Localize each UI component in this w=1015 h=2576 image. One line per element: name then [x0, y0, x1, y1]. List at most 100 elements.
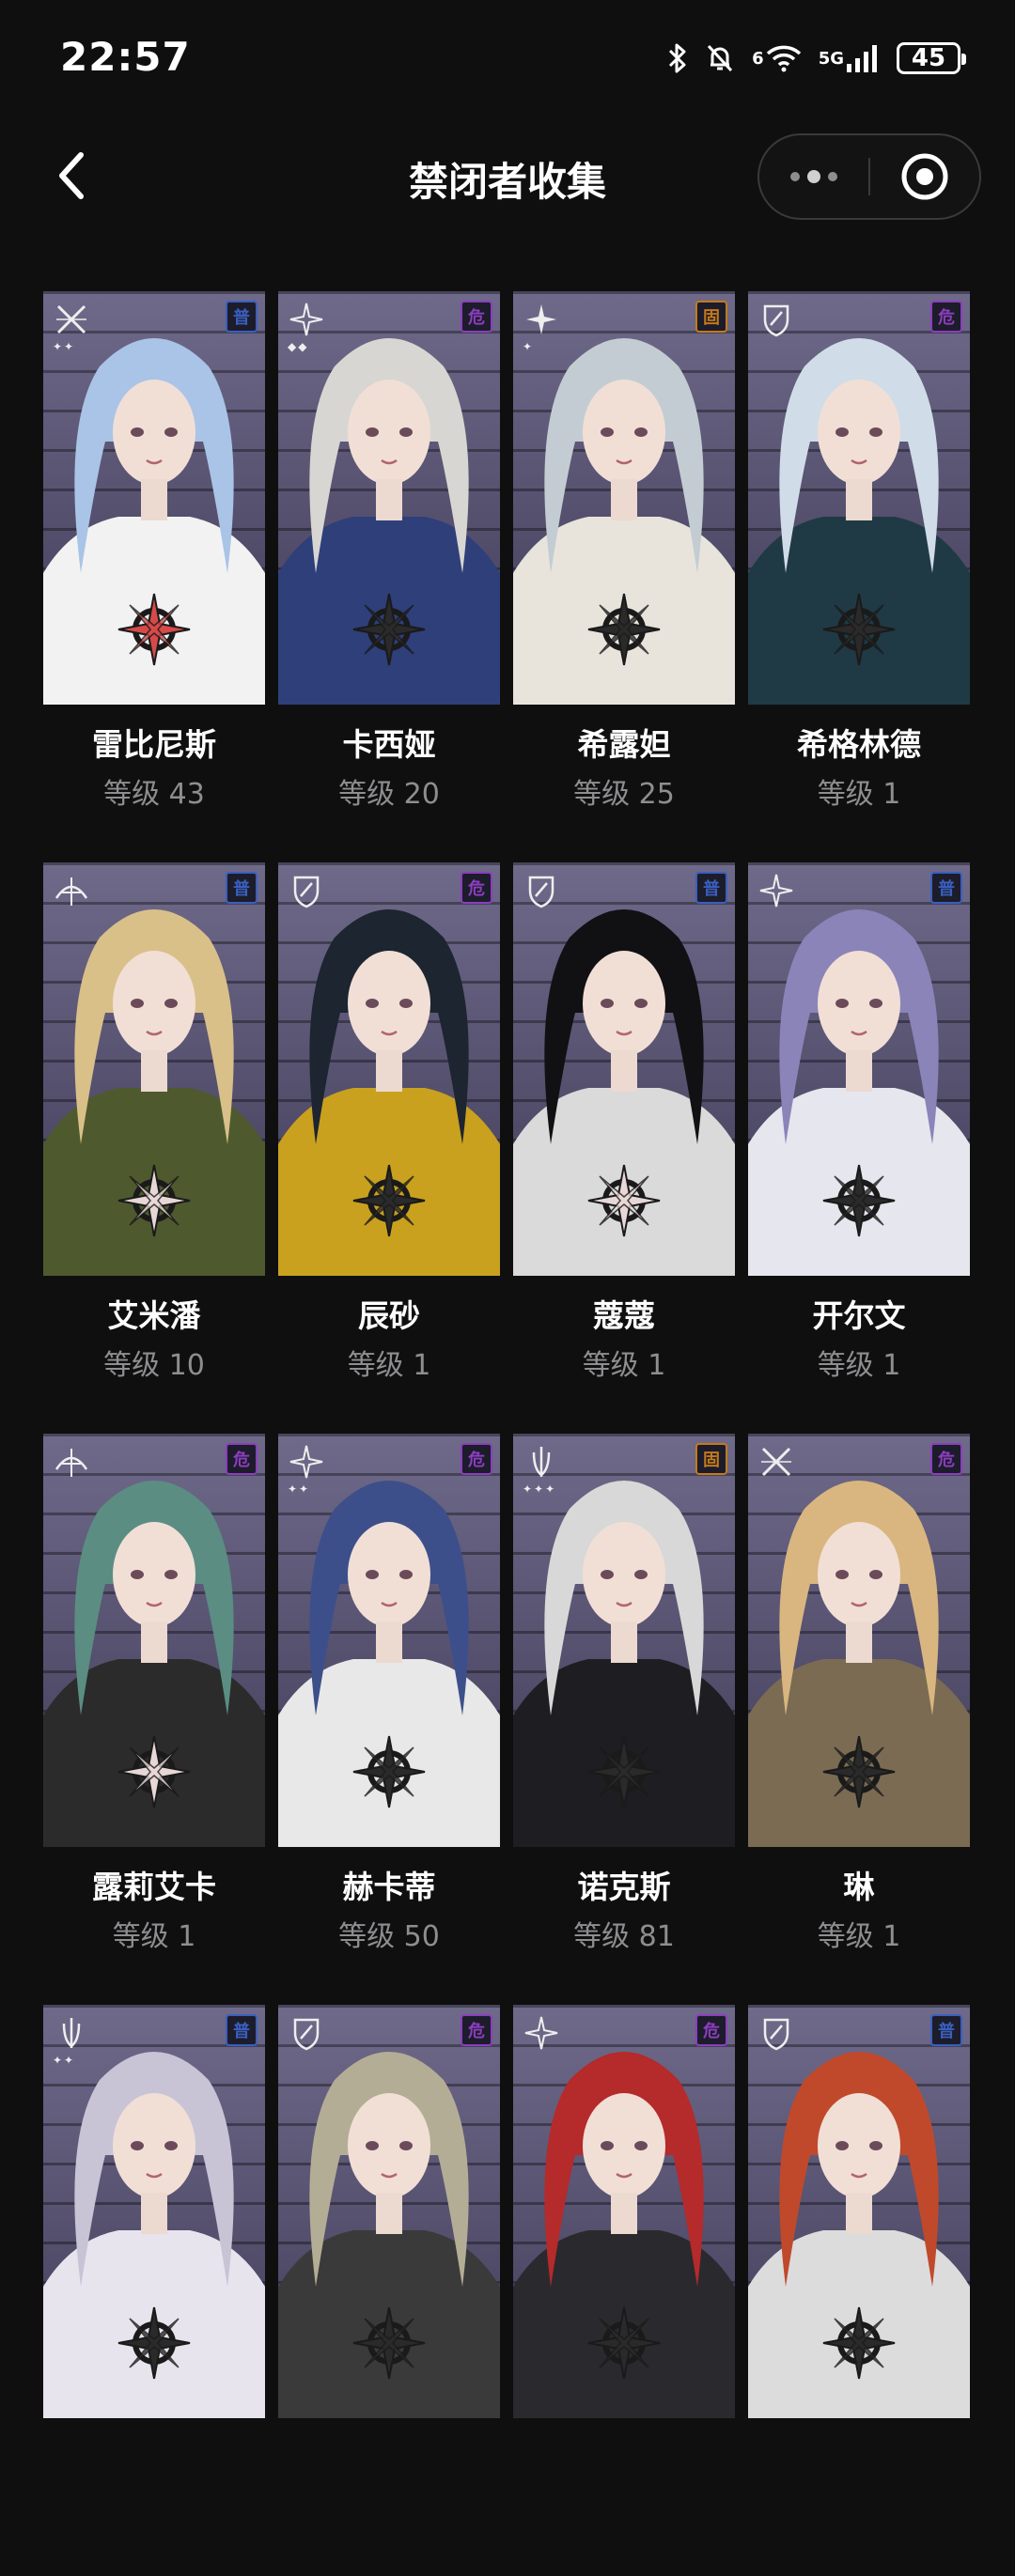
character-name: 赫卡蒂: [342, 1869, 436, 1905]
shield-icon: [523, 872, 560, 909]
shield-icon: [757, 301, 795, 338]
shield-icon: [757, 2014, 795, 2052]
faction-emblem-icon: [352, 1735, 426, 1808]
rarity-badge: 危: [461, 872, 492, 904]
character-level: 等级 1: [582, 1349, 666, 1382]
status-time: 22:57: [60, 34, 191, 80]
character-level: 等级 10: [103, 1349, 205, 1382]
faction-emblem-icon: [822, 1164, 896, 1237]
character-portrait: 危: [278, 862, 500, 1276]
rarity-badge: 固: [695, 1443, 727, 1475]
character-level: 等级 43: [103, 778, 205, 811]
rarity-badge: 危: [930, 301, 962, 333]
faction-emblem-icon: [822, 2306, 896, 2380]
more-button[interactable]: [759, 135, 868, 218]
rarity-badge: 危: [461, 1443, 492, 1475]
star-rating-icon: ◆◆: [288, 340, 309, 353]
star-rating-icon: ✦✦✦: [523, 1482, 557, 1496]
header: 禁闭者收集: [0, 122, 1015, 235]
character-name: 希露妲: [577, 726, 671, 763]
star-icon: [523, 301, 560, 338]
character-grid: ✦✦ 普雷比尼斯 等级 43 ◆◆ 危卡西娅 等级 20 ✦ 固希露妲 等级 25 危希格林德 等级…: [43, 291, 970, 2576]
faction-emblem-icon: [117, 2306, 191, 2380]
compass-icon: [288, 1443, 325, 1481]
rarity-badge: 危: [461, 2014, 492, 2046]
battery-icon: 45: [897, 42, 966, 74]
character-card[interactable]: 普蔻蔻 等级 1: [513, 862, 735, 1434]
character-card[interactable]: ✦✦ 普雷比尼斯 等级 43: [43, 291, 265, 862]
status-bar: 22:57 6 5G 45: [0, 0, 1015, 113]
character-portrait: 危: [748, 1434, 970, 1847]
character-portrait: 危: [43, 1434, 265, 1847]
shield-icon: [288, 872, 325, 909]
star-rating-icon: ✦✦: [288, 1482, 311, 1496]
character-level: 等级 1: [347, 1349, 431, 1382]
character-name: 诺克斯: [577, 1869, 671, 1905]
compass-icon: [757, 872, 795, 909]
star-rating-icon: ✦✦: [53, 340, 76, 353]
character-portrait: ✦✦ 危: [278, 1434, 500, 1847]
character-card[interactable]: 危: [513, 2005, 735, 2576]
signal-icon: 5G: [819, 43, 880, 73]
compass-icon: [288, 301, 325, 338]
close-button[interactable]: [870, 135, 979, 218]
faction-emblem-icon: [587, 593, 661, 666]
star-rating-icon: ✦✦: [53, 2054, 76, 2067]
character-level: 等级 25: [573, 778, 675, 811]
character-card[interactable]: 危辰砂 等级 1: [278, 862, 500, 1434]
character-card[interactable]: ✦ 固希露妲等级 25: [513, 291, 735, 862]
character-name: 雷比尼斯: [92, 726, 216, 763]
character-card[interactable]: 普: [748, 2005, 970, 2576]
character-portrait: 普: [748, 862, 970, 1276]
character-name: 艾米潘: [107, 1297, 201, 1334]
record-target-icon: [901, 153, 948, 200]
character-card[interactable]: ✦✦✦ 固诺克斯等级 81: [513, 1434, 735, 2005]
faction-emblem-icon: [117, 593, 191, 666]
rarity-badge: 危: [226, 1443, 258, 1475]
character-portrait: 普: [748, 2005, 970, 2418]
character-card[interactable]: 危琳等级 1: [748, 1434, 970, 2005]
character-portrait: ✦✦✦ 固: [513, 1434, 735, 1847]
character-card[interactable]: ✦✦ 普: [43, 2005, 265, 2576]
faction-emblem-icon: [587, 1164, 661, 1237]
character-name: 琳: [843, 1869, 875, 1905]
character-portrait: ✦ 固: [513, 291, 735, 705]
battery-level: 45: [911, 44, 946, 72]
character-name: 露莉艾卡: [92, 1869, 216, 1905]
rarity-badge: 普: [930, 872, 962, 904]
faction-emblem-icon: [352, 1164, 426, 1237]
bluetooth-icon: [667, 42, 688, 74]
star-rating-icon: ✦: [523, 340, 535, 353]
bow-icon: [53, 2014, 90, 2052]
faction-emblem-icon: [587, 1735, 661, 1808]
faction-emblem-icon: [352, 2306, 426, 2380]
faction-emblem-icon: [117, 1735, 191, 1808]
compass-icon: [523, 2014, 560, 2052]
crosshair-icon: [53, 1443, 90, 1481]
mini-program-capsule: [757, 133, 981, 220]
character-portrait: 危: [513, 2005, 735, 2418]
character-card[interactable]: 普开尔文 等级 1: [748, 862, 970, 1434]
character-card[interactable]: ◆◆ 危卡西娅 等级 20: [278, 291, 500, 862]
character-portrait: 普: [513, 862, 735, 1276]
shield-icon: [288, 2014, 325, 2052]
character-card[interactable]: 危: [278, 2005, 500, 2576]
character-card[interactable]: 普艾米潘 等级 10: [43, 862, 265, 1434]
bow-icon: [523, 1443, 560, 1481]
rarity-badge: 普: [226, 2014, 258, 2046]
character-level: 等级 81: [573, 1920, 675, 1953]
cross-icon: [757, 1443, 795, 1481]
character-card[interactable]: ✦✦ 危赫卡蒂等级 50: [278, 1434, 500, 2005]
character-portrait: 危: [278, 2005, 500, 2418]
character-card[interactable]: 危露莉艾卡 等级 1: [43, 1434, 265, 2005]
character-level: 等级 1: [817, 1920, 901, 1953]
rarity-badge: 危: [930, 1443, 962, 1475]
character-portrait: ✦✦ 普: [43, 2005, 265, 2418]
faction-emblem-icon: [822, 593, 896, 666]
character-level: 等级 50: [338, 1920, 440, 1953]
network-label: 5G: [818, 48, 844, 69]
character-name: 卡西娅: [342, 726, 436, 763]
character-card[interactable]: 危希格林德 等级 1: [748, 291, 970, 862]
character-portrait: ◆◆ 危: [278, 291, 500, 705]
status-icons: 6 5G 45: [667, 38, 966, 79]
